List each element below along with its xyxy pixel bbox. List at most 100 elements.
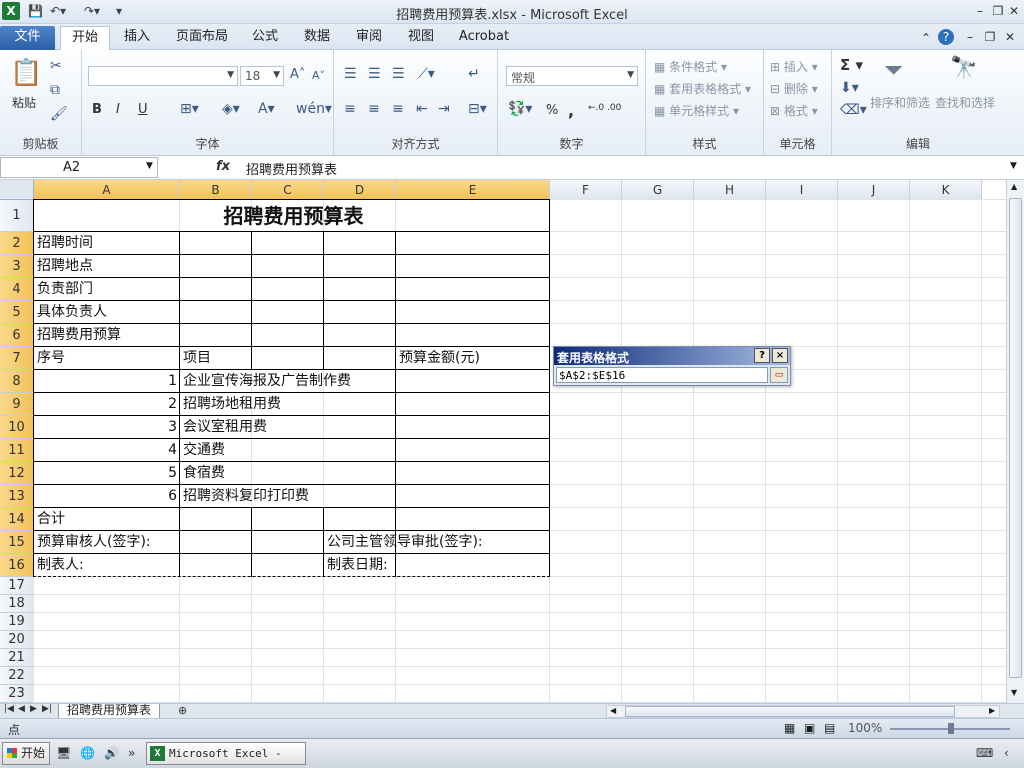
zoom-slider-knob[interactable] — [948, 723, 954, 734]
row-header[interactable]: 20 — [0, 631, 34, 649]
autosum-button[interactable]: Σ ▾ — [840, 56, 863, 74]
minimize-icon[interactable]: – — [972, 3, 988, 19]
align-left-icon[interactable]: ≡ — [344, 101, 356, 117]
cell-a16-label[interactable]: 制表人: — [34, 554, 84, 577]
fill-icon[interactable]: ⬇▾ — [840, 80, 859, 96]
tab-data[interactable]: 数据 — [298, 26, 336, 50]
item-number-cell[interactable]: 1 — [34, 370, 180, 393]
cell-styles-button[interactable]: ▦ 单元格样式 ▾ — [654, 102, 739, 119]
tab-insert[interactable]: 插入 — [116, 26, 158, 50]
item-number-cell[interactable]: 5 — [34, 462, 180, 485]
comma-button[interactable]: , — [568, 101, 574, 120]
last-sheet-icon[interactable]: ▶| — [42, 704, 52, 714]
shrink-font-icon[interactable]: A˅ — [312, 69, 325, 82]
cell-a2-label[interactable]: 招聘时间 — [34, 232, 93, 255]
expand-formula-icon[interactable]: ▼ — [1010, 161, 1017, 171]
tab-view[interactable]: 视图 — [402, 26, 440, 50]
item-name-cell[interactable]: 食宿费 — [180, 462, 225, 485]
row-header[interactable]: 23 — [0, 685, 34, 703]
item-name-cell[interactable]: 招聘场地租用费 — [180, 393, 281, 416]
item-number-cell[interactable]: 3 — [34, 416, 180, 439]
row-header[interactable]: 14 — [0, 508, 34, 531]
tab-page-layout[interactable]: 页面布局 — [170, 26, 234, 50]
format-as-table-button[interactable]: ▦ 套用表格格式 ▾ — [654, 80, 751, 97]
scroll-up-icon[interactable]: ▲ — [1011, 182, 1017, 191]
row-header[interactable]: 16 — [0, 554, 34, 577]
scroll-left-icon[interactable]: ◀ — [610, 706, 616, 715]
column-header[interactable]: J — [838, 180, 910, 200]
accounting-icon[interactable]: 💱▾ — [508, 101, 532, 117]
cell-d16-label[interactable]: 制表日期: — [324, 554, 388, 577]
column-header[interactable]: K — [910, 180, 982, 200]
row-header[interactable]: 12 — [0, 462, 34, 485]
column-header[interactable]: G — [622, 180, 694, 200]
paste-button[interactable]: 粘贴 — [12, 94, 36, 111]
row-header[interactable]: 17 — [0, 577, 34, 595]
cell-b7-label[interactable]: 项目 — [180, 347, 211, 370]
wrap-text-icon[interactable]: ↵ — [468, 66, 480, 82]
first-sheet-icon[interactable]: |◀ — [4, 704, 14, 714]
font-color-icon[interactable]: A▾ — [258, 101, 275, 117]
restore-icon[interactable]: ❐ — [990, 3, 1006, 19]
close-icon[interactable]: ✕ — [1006, 3, 1022, 19]
media-player-icon[interactable]: 🔊 — [104, 746, 119, 760]
cell-d15-label[interactable]: 公司主管领导审批(签字): — [324, 531, 483, 554]
align-bottom-icon[interactable]: ☰ — [392, 66, 405, 82]
align-right-icon[interactable]: ≡ — [392, 101, 404, 117]
sheet-title-cell[interactable]: 招聘费用预算表 — [34, 200, 550, 232]
cell-a3-label[interactable]: 招聘地点 — [34, 255, 93, 278]
font-size-combo[interactable]: 18 ▼ — [240, 66, 284, 86]
tab-formulas[interactable]: 公式 — [246, 26, 284, 50]
dialog-close-button[interactable]: × — [772, 348, 788, 363]
row-header[interactable]: 8 — [0, 370, 34, 393]
column-header[interactable]: I — [766, 180, 838, 200]
row-header[interactable]: 22 — [0, 667, 34, 685]
item-name-cell[interactable]: 企业宣传海报及广告制作费 — [180, 370, 351, 393]
next-sheet-icon[interactable]: ▶ — [30, 704, 37, 714]
name-box-dropdown-icon[interactable]: ▼ — [146, 161, 153, 171]
font-name-combo[interactable]: ▼ — [88, 66, 238, 86]
row-header[interactable]: 19 — [0, 613, 34, 631]
cell-e7-label[interactable]: 预算金额(元) — [396, 347, 480, 370]
item-name-cell[interactable]: 会议室租用费 — [180, 416, 267, 439]
worksheet-grid[interactable]: ABCDEFGHIJK 1 2 3 4 5 6 7 8 9 10 11 12 13 14 15 16 17 18 1… — [0, 180, 1006, 703]
ribbon-collapse-icon[interactable]: ⌃ — [918, 30, 934, 46]
start-button[interactable]: 开始 — [2, 742, 50, 765]
delete-cells-button[interactable]: ⊟ 删除 ▾ — [770, 80, 818, 97]
column-header[interactable]: D — [324, 180, 396, 200]
row-header[interactable]: 11 — [0, 439, 34, 462]
underline-button[interactable]: U — [138, 102, 148, 117]
horizontal-scroll-thumb[interactable] — [625, 706, 955, 717]
find-select-button[interactable]: 查找和选择 — [935, 94, 995, 111]
clear-icon[interactable]: ⌫▾ — [840, 102, 867, 118]
merge-center-icon[interactable]: ⊟▾ — [468, 101, 487, 117]
align-top-icon[interactable]: ☰ — [344, 66, 357, 82]
item-number-cell[interactable]: 4 — [34, 439, 180, 462]
align-middle-icon[interactable]: ☰ — [368, 66, 381, 82]
item-number-cell[interactable]: 2 — [34, 393, 180, 416]
insert-function-icon[interactable]: fx — [216, 159, 230, 174]
fill-color-icon[interactable]: ◈▾ — [222, 101, 240, 117]
orientation-icon[interactable]: ⟋▾ — [418, 66, 435, 82]
vertical-scrollbar[interactable]: ▲ ▼ — [1006, 180, 1024, 703]
ie-icon[interactable]: 🌐 — [80, 746, 95, 760]
cell-a15-label[interactable]: 预算审核人(签字): — [34, 531, 151, 554]
row-header[interactable]: 6 — [0, 324, 34, 347]
row-header[interactable]: 9 — [0, 393, 34, 416]
doc-minimize-icon[interactable]: – — [962, 29, 978, 45]
help-icon[interactable]: ? — [938, 29, 954, 45]
increase-decimal-button[interactable]: ←.0 .00 — [588, 103, 621, 113]
column-header[interactable]: B — [180, 180, 252, 200]
grow-font-icon[interactable]: A˄ — [290, 67, 305, 82]
percent-button[interactable]: % — [546, 103, 558, 118]
row-header[interactable]: 15 — [0, 531, 34, 554]
tray-expand-icon[interactable]: ‹ — [1004, 746, 1009, 760]
prev-sheet-icon[interactable]: ◀ — [18, 704, 25, 714]
row-header[interactable]: 5 — [0, 301, 34, 324]
cell-a5-label[interactable]: 具体负责人 — [34, 301, 107, 324]
sheet-tab[interactable]: 招聘费用预算表 — [58, 704, 161, 719]
cut-icon[interactable]: ✂ — [50, 58, 62, 74]
sort-filter-button[interactable]: 排序和筛选 — [870, 94, 930, 111]
format-painter-icon[interactable]: 🖌 — [50, 106, 68, 122]
item-number-cell[interactable]: 6 — [34, 485, 180, 508]
